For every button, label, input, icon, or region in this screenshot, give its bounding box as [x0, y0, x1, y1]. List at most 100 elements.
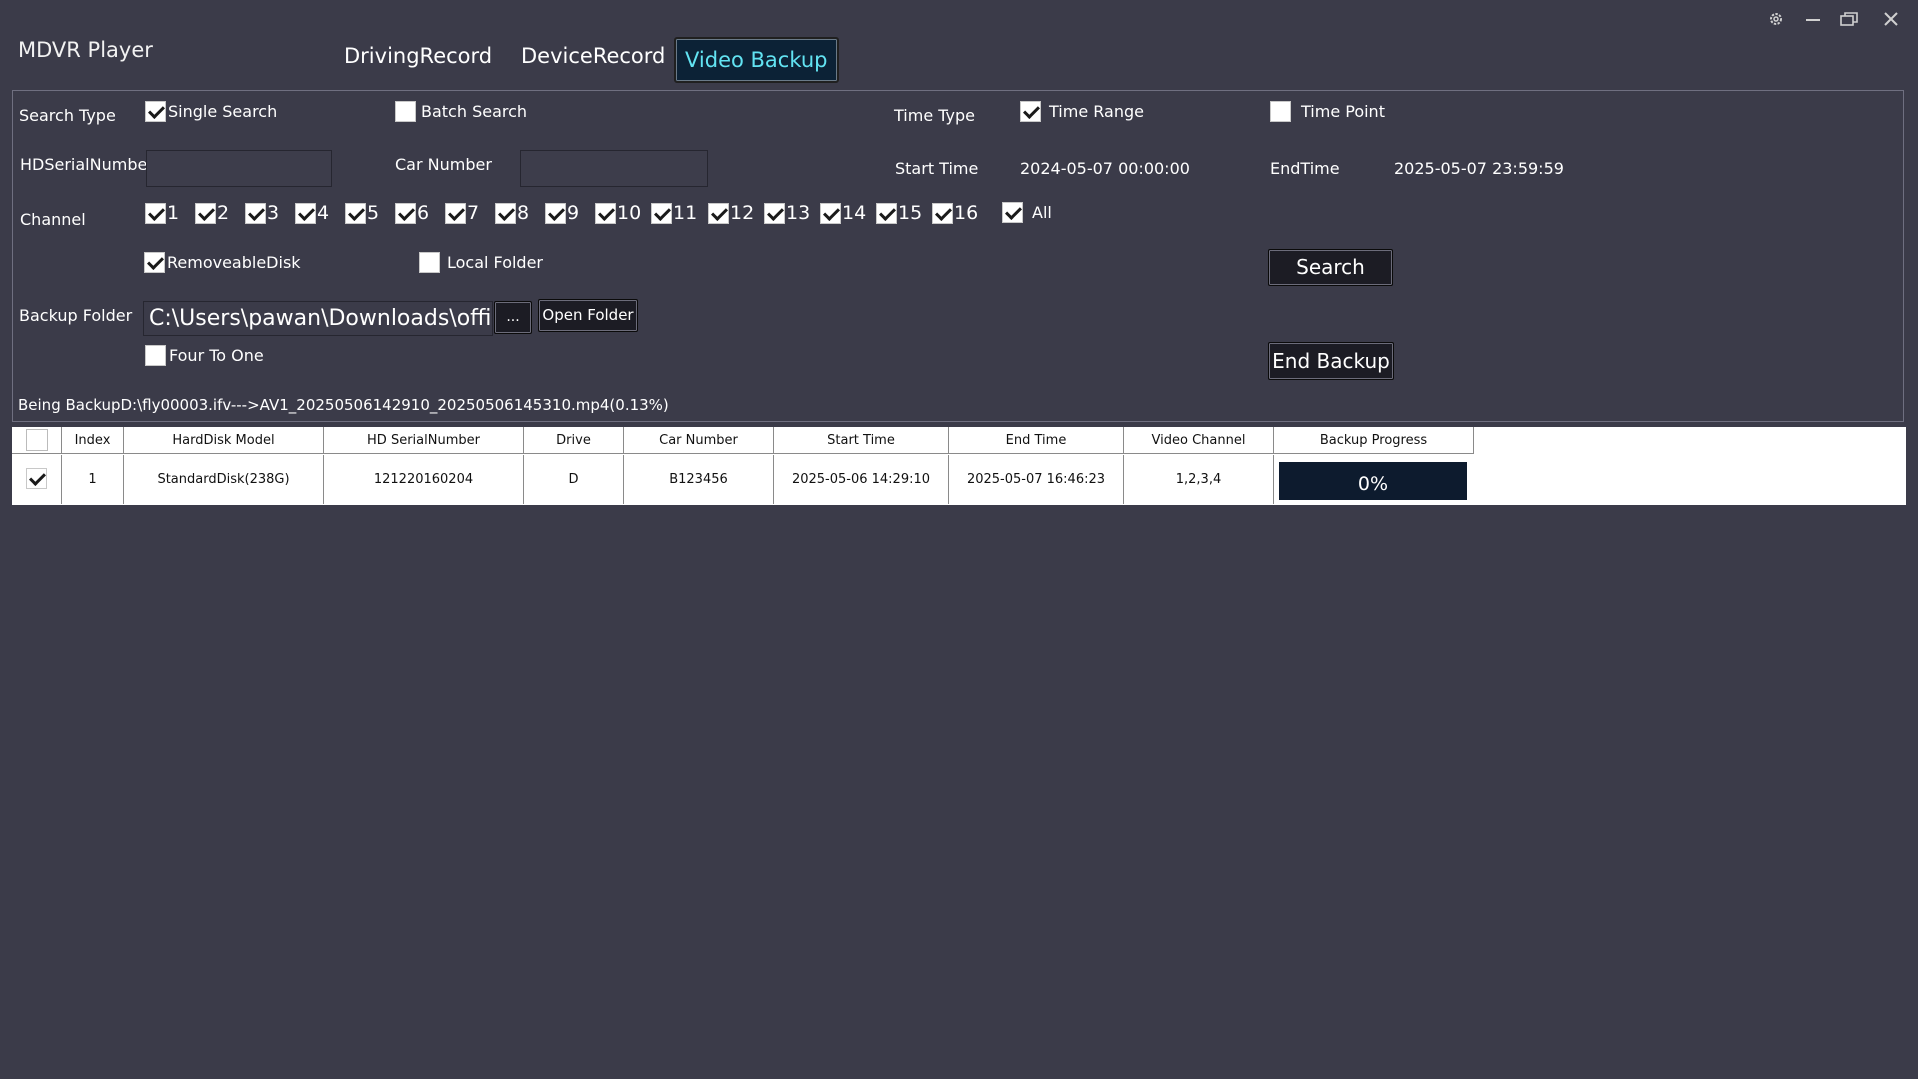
- single-search-label: Single Search: [168, 102, 278, 121]
- header-backup-progress[interactable]: Backup Progress: [1274, 427, 1474, 454]
- time-range-option[interactable]: Time Range: [1020, 101, 1144, 122]
- header-harddisk-model[interactable]: HardDisk Model: [124, 427, 324, 454]
- start-time-value[interactable]: 2024-05-07 00:00:00: [1020, 159, 1190, 178]
- channel-13-checkbox[interactable]: [764, 202, 785, 224]
- channel-14-checkbox[interactable]: [820, 202, 841, 224]
- hd-serial-input[interactable]: [146, 150, 332, 187]
- local-folder-checkbox[interactable]: [419, 252, 440, 273]
- header-end-time[interactable]: End Time: [949, 427, 1124, 454]
- batch-search-option[interactable]: Batch Search: [395, 101, 527, 122]
- channel-15-label: 15: [898, 202, 923, 224]
- removeable-disk-label: RemoveableDisk: [167, 253, 301, 272]
- select-all-checkbox[interactable]: [25, 429, 48, 451]
- batch-search-checkbox[interactable]: [395, 101, 416, 122]
- four-to-one-checkbox[interactable]: [145, 345, 166, 366]
- channel-5-option[interactable]: 5: [345, 202, 379, 224]
- minimize-icon[interactable]: [1802, 10, 1824, 32]
- tab-device-record[interactable]: DeviceRecord: [521, 44, 665, 68]
- car-number-input[interactable]: [520, 150, 708, 187]
- header-drive[interactable]: Drive: [524, 427, 624, 454]
- tab-video-backup[interactable]: Video Backup: [674, 37, 839, 83]
- channel-7-option[interactable]: 7: [445, 202, 479, 224]
- header-hd-serial[interactable]: HD SerialNumber: [324, 427, 524, 454]
- removeable-disk-option[interactable]: RemoveableDisk: [144, 252, 301, 273]
- tab-driving-record[interactable]: DrivingRecord: [344, 44, 492, 68]
- channel-12-checkbox[interactable]: [708, 202, 729, 224]
- time-point-checkbox[interactable]: [1270, 101, 1291, 122]
- channel-15-checkbox[interactable]: [876, 202, 897, 224]
- channel-16-checkbox[interactable]: [932, 202, 953, 224]
- open-folder-button[interactable]: Open Folder: [538, 299, 638, 332]
- channel-5-checkbox[interactable]: [345, 202, 366, 224]
- search-button[interactable]: Search: [1268, 249, 1393, 286]
- header-index[interactable]: Index: [62, 427, 124, 454]
- header-video-channel[interactable]: Video Channel: [1124, 427, 1274, 454]
- channel-1-checkbox[interactable]: [145, 202, 166, 224]
- channel-9-checkbox[interactable]: [545, 202, 566, 224]
- channel-all-option[interactable]: All: [1002, 202, 1052, 223]
- channel-8-checkbox[interactable]: [495, 202, 516, 224]
- channel-16-option[interactable]: 16: [932, 202, 978, 224]
- channel-all-checkbox[interactable]: [1002, 202, 1023, 223]
- channel-13-option[interactable]: 13: [764, 202, 810, 224]
- gear-icon[interactable]: [1765, 10, 1787, 32]
- channel-10-option[interactable]: 10: [595, 202, 641, 224]
- backup-folder-input[interactable]: C:\Users\pawan\Downloads\office backup: [143, 301, 493, 336]
- end-backup-button[interactable]: End Backup: [1268, 342, 1394, 380]
- channel-6-label: 6: [417, 202, 430, 224]
- channel-9-option[interactable]: 9: [545, 202, 579, 224]
- channel-10-checkbox[interactable]: [595, 202, 616, 224]
- channel-15-option[interactable]: 15: [876, 202, 922, 224]
- restore-icon[interactable]: [1838, 10, 1860, 32]
- backup-table: Index HardDisk Model HD SerialNumber Dri…: [12, 427, 1906, 505]
- search-type-label: Search Type: [19, 106, 116, 125]
- channel-8-option[interactable]: 8: [495, 202, 529, 224]
- channel-3-checkbox[interactable]: [245, 202, 266, 224]
- batch-search-label: Batch Search: [421, 102, 528, 121]
- time-point-label: Time Point: [1301, 102, 1385, 121]
- channel-4-label: 4: [317, 202, 330, 224]
- channel-11-checkbox[interactable]: [651, 202, 672, 224]
- channel-2-option[interactable]: 2: [195, 202, 229, 224]
- cell-index: 1: [62, 455, 124, 504]
- removeable-disk-checkbox[interactable]: [144, 252, 165, 273]
- local-folder-option[interactable]: Local Folder: [419, 252, 543, 273]
- header-car-number[interactable]: Car Number: [624, 427, 774, 454]
- channel-1-label: 1: [167, 202, 180, 224]
- backup-folder-label: Backup Folder: [19, 306, 133, 325]
- channel-6-checkbox[interactable]: [395, 202, 416, 224]
- channel-12-label: 12: [730, 202, 755, 224]
- channel-10-label: 10: [617, 202, 642, 224]
- channel-11-option[interactable]: 11: [651, 202, 697, 224]
- channel-all-label: All: [1032, 203, 1052, 222]
- hd-serial-label: HDSerialNumber: [20, 155, 154, 174]
- single-search-checkbox[interactable]: [145, 101, 166, 122]
- time-range-label: Time Range: [1049, 102, 1144, 121]
- channel-14-option[interactable]: 14: [820, 202, 866, 224]
- channel-7-checkbox[interactable]: [445, 202, 466, 224]
- cell-car-number: B123456: [624, 455, 774, 504]
- cell-drive: D: [524, 455, 624, 504]
- channel-4-option[interactable]: 4: [295, 202, 329, 224]
- browse-button[interactable]: ...: [494, 301, 532, 334]
- time-point-option[interactable]: Time Point: [1270, 101, 1385, 122]
- select-all-header[interactable]: [12, 427, 62, 454]
- row-select-cell[interactable]: [12, 455, 62, 504]
- channel-7-label: 7: [467, 202, 480, 224]
- four-to-one-option[interactable]: Four To One: [145, 345, 264, 366]
- channel-12-option[interactable]: 12: [708, 202, 754, 224]
- channel-2-checkbox[interactable]: [195, 202, 216, 224]
- row-checkbox[interactable]: [26, 468, 47, 489]
- cell-end-time: 2025-05-07 16:46:23: [949, 455, 1124, 504]
- channel-4-checkbox[interactable]: [295, 202, 316, 224]
- close-icon[interactable]: [1880, 10, 1902, 32]
- header-start-time[interactable]: Start Time: [774, 427, 949, 454]
- end-time-value[interactable]: 2025-05-07 23:59:59: [1394, 159, 1564, 178]
- channel-16-label: 16: [954, 202, 979, 224]
- channel-1-option[interactable]: 1: [145, 202, 179, 224]
- single-search-option[interactable]: Single Search: [145, 101, 277, 122]
- channel-6-option[interactable]: 6: [395, 202, 429, 224]
- channel-2-label: 2: [217, 202, 230, 224]
- channel-3-option[interactable]: 3: [245, 202, 279, 224]
- time-range-checkbox[interactable]: [1020, 101, 1041, 122]
